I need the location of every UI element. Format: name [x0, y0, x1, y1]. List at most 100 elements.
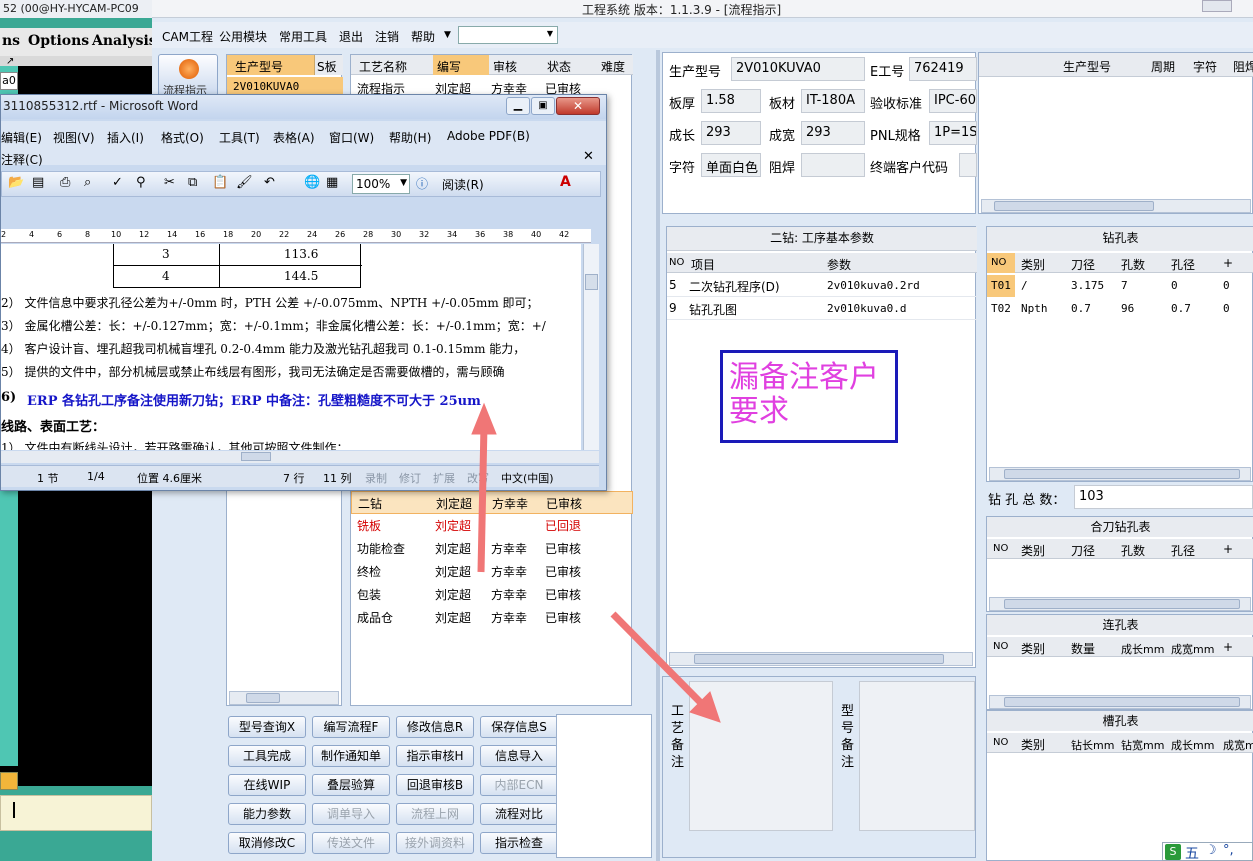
menu-item-options[interactable]: Options [28, 33, 89, 49]
spell-icon[interactable]: ✓ [112, 175, 123, 190]
btn-info-import[interactable]: 信息导入 [480, 745, 558, 767]
length-field[interactable]: 293 [701, 121, 761, 145]
btn-write-flow[interactable]: 编写流程F [312, 716, 390, 738]
word-minimize-button[interactable]: ▁ [506, 97, 530, 115]
flow-indicator-button[interactable]: 流程指示 [158, 54, 218, 98]
table-row[interactable]: T01 / 3.175 7 0 0 [987, 275, 1253, 297]
word-menu-format[interactable]: 格式(O) [161, 129, 204, 146]
minimize-button[interactable] [1202, 0, 1232, 12]
soldermask-field[interactable] [801, 153, 865, 177]
btn-flow-online[interactable]: 流程上网 [396, 803, 474, 825]
customer-code-field[interactable] [959, 153, 977, 177]
table-row[interactable]: 包装 刘定超 方幸幸 已审核 [351, 583, 633, 606]
status-overtype[interactable]: 改写 [467, 470, 489, 486]
btn-send-file[interactable]: 传送文件 [312, 832, 390, 854]
print-icon[interactable]: ⎙ [60, 175, 70, 190]
menu-exit[interactable]: 退出 [339, 28, 363, 45]
menu-cam[interactable]: CAM工程 [162, 28, 213, 45]
pane-splitter[interactable] [656, 50, 660, 861]
status-record[interactable]: 录制 [365, 470, 387, 486]
save-icon[interactable]: ▤ [32, 175, 44, 190]
btn-flow-compare[interactable]: 流程对比 [480, 803, 558, 825]
width-field[interactable]: 293 [801, 121, 865, 145]
layer-color-swatch[interactable] [0, 772, 18, 790]
btn-save-info[interactable]: 保存信息S [480, 716, 558, 738]
hyperlink-icon[interactable]: 🌐 [304, 175, 320, 190]
word-menu-adobe[interactable]: Adobe PDF(B) [447, 129, 530, 143]
notes-box[interactable] [556, 714, 652, 858]
btn-capability-params[interactable]: 能力参数 [228, 803, 306, 825]
menu-combo-box[interactable]: ▼ [458, 26, 558, 44]
thickness-field[interactable]: 1.58 [701, 89, 761, 113]
table-row[interactable]: 成品仓 刘定超 方幸幸 已审核 [351, 606, 633, 629]
word-vertical-scrollbar[interactable] [583, 244, 599, 450]
open-icon[interactable]: 📂 [8, 175, 24, 190]
undo-icon[interactable]: ↶ [264, 175, 275, 190]
table-row[interactable]: 功能检查 刘定超 方幸幸 已审核 [351, 537, 633, 560]
zoom-combo[interactable]: 100% ▼ [352, 174, 410, 194]
material-field[interactable]: IT-180A [801, 89, 865, 113]
model-field[interactable]: 2V010KUVA0 [731, 57, 865, 81]
btn-model-query[interactable]: 型号查询X [228, 716, 306, 738]
word-menu-insert[interactable]: 插入(I) [107, 129, 144, 146]
table-row[interactable]: 铣板 刘定超 已回退 [351, 514, 633, 537]
menu-common-module[interactable]: 公用模块 [219, 28, 267, 45]
layer-field[interactable]: a0 [0, 72, 18, 90]
word-menu-table[interactable]: 表格(A) [273, 129, 315, 146]
btn-cancel-edit[interactable]: 取消修改C [228, 832, 306, 854]
status-extend[interactable]: 扩展 [433, 470, 455, 486]
word-horizontal-scrollbar[interactable] [1, 451, 599, 463]
eno-field[interactable]: 762419 [909, 57, 977, 81]
btn-tool-done[interactable]: 工具完成 [228, 745, 306, 767]
table-row[interactable]: 二钻 刘定超 方幸幸 已审核 [351, 491, 633, 514]
silkscreen-field[interactable]: 单面白色 [701, 153, 761, 177]
process-note-field[interactable] [689, 681, 833, 831]
menu-logout[interactable]: 注销 [375, 28, 399, 45]
word-menu-tools[interactable]: 工具(T) [219, 129, 260, 146]
btn-order-import[interactable]: 调单导入 [312, 803, 390, 825]
status-track[interactable]: 修订 [399, 470, 421, 486]
ime-tray[interactable]: S 五 ☽ °, [1162, 842, 1253, 861]
standard-field[interactable]: IPC-60 [929, 89, 977, 113]
link-hole-scrollbar[interactable] [989, 695, 1251, 709]
command-line-input[interactable] [0, 795, 152, 831]
drill-params-scrollbar[interactable] [669, 652, 973, 666]
word-menu-edit[interactable]: 编辑(E) [1, 129, 42, 146]
btn-edit-info[interactable]: 修改信息R [396, 716, 474, 738]
btn-online-wip[interactable]: 在线WIP [228, 774, 306, 796]
menu-tools[interactable]: 常用工具 [279, 28, 327, 45]
word-menu-help[interactable]: 帮助(H) [389, 129, 431, 146]
pnl-field[interactable]: 1P=1S [929, 121, 977, 145]
btn-internal-ecn[interactable]: 内部ECN [480, 774, 558, 796]
close-doc-icon[interactable]: ✕ [583, 149, 594, 164]
model-note-field[interactable] [859, 681, 975, 831]
word-document-page[interactable]: 3 113.6 4 144.5 2） 文件信息中要求孔径公差为+/-0mm 时，… [1, 244, 581, 450]
paste-icon[interactable]: 📋 [212, 175, 228, 190]
hole-total-field[interactable]: 103 [1074, 485, 1253, 509]
research-icon[interactable]: ⚲ [136, 175, 146, 190]
model-list-scrollbar[interactable] [229, 691, 339, 705]
btn-instruction-check[interactable]: 指示检查 [480, 832, 558, 854]
copy-icon[interactable]: ⧉ [188, 175, 197, 190]
menu-help[interactable]: 帮助 [411, 28, 435, 45]
btn-instruction-review[interactable]: 指示审核H [396, 745, 474, 767]
word-menu-window[interactable]: 窗口(W) [329, 129, 374, 146]
help-icon[interactable]: ⓘ [416, 175, 428, 192]
word-maximize-button[interactable]: ▣ [531, 97, 555, 115]
drill-table-scrollbar[interactable] [989, 467, 1251, 481]
table-row[interactable]: 终检 刘定超 方幸幸 已审核 [351, 560, 633, 583]
word-menu-view[interactable]: 视图(V) [53, 129, 95, 146]
preview-icon[interactable]: ⌕ [84, 175, 91, 190]
combined-drill-scrollbar[interactable] [989, 597, 1251, 611]
status-language[interactable]: 中文(中国) [501, 470, 554, 486]
menu-item-analysis[interactable]: Analysis [92, 33, 152, 49]
btn-receive-external[interactable]: 接外调资料 [396, 832, 474, 854]
reading-mode-button[interactable]: 阅读(R) [442, 176, 484, 193]
menu-item-ns[interactable]: ns [2, 33, 20, 49]
btn-make-notice[interactable]: 制作通知单 [312, 745, 390, 767]
table-row[interactable]: T02 Npth 0.7 96 0.7 0 [987, 298, 1253, 320]
table-icon[interactable]: ▦ [326, 175, 338, 190]
table-row[interactable]: 9 钻孔孔图 2v010kuva0.d [667, 298, 977, 320]
chevron-down-icon[interactable]: ▼ [444, 30, 451, 40]
btn-stackup-calc[interactable]: 叠层验算 [312, 774, 390, 796]
